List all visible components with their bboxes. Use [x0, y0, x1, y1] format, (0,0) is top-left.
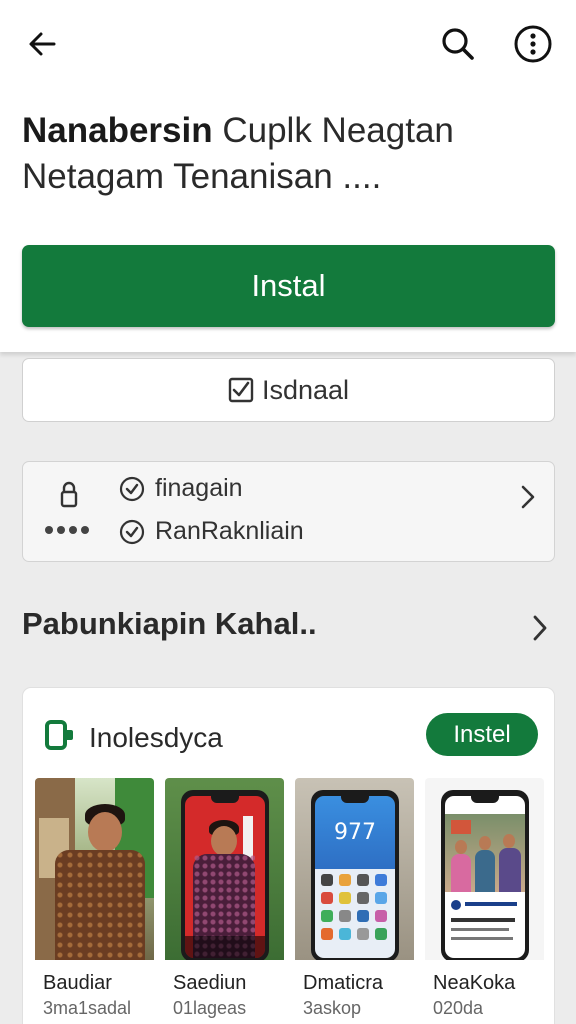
permission-label: RanRaknliain — [155, 517, 304, 545]
screenshot-title: NeaKoka — [433, 972, 516, 994]
screenshot-thumb[interactable]: NeaKoka 020da — [425, 778, 544, 1024]
screenshot-subtitle: 3ma1sadal — [43, 998, 132, 1018]
install-button[interactable]: Instal — [22, 245, 555, 327]
permissions-panel[interactable]: finagain RanRaknliain — [22, 461, 555, 562]
more-vert-icon — [514, 25, 552, 63]
screenshot-title: Saediun — [173, 972, 247, 994]
search-button[interactable] — [436, 22, 480, 66]
screenshot-image — [35, 778, 154, 960]
card-install-label: Instel — [453, 720, 511, 748]
screenshot-title: Baudiar — [43, 972, 112, 994]
screenshot-title: Dmaticra — [303, 972, 384, 994]
app-logo-icon — [45, 720, 73, 750]
section-chevron-right-icon[interactable] — [530, 612, 550, 644]
dots-icon — [45, 526, 89, 534]
screenshot-subtitle: 3askop — [303, 998, 362, 1018]
checkbox-icon — [228, 377, 254, 403]
back-button[interactable] — [20, 22, 64, 66]
lock-icon — [60, 481, 78, 508]
screenshot-thumb[interactable]: 977 Dmaticra 3askop — [295, 778, 414, 1024]
screenshot-thumb[interactable]: Baudiar 3ma1sadal — [35, 778, 154, 1024]
search-icon — [442, 28, 474, 60]
app-card[interactable]: Inolesdyca Instel Baudiar 3ma1sadal Saed… — [22, 687, 555, 1024]
secondary-button-label: Isdnaal — [261, 374, 350, 405]
check-circle-icon — [119, 476, 145, 501]
section-title: Pabunkiapin Kahal.. — [22, 606, 317, 641]
screenshot-subtitle: 020da — [433, 998, 484, 1018]
permission-item: RanRaknliain — [119, 517, 304, 546]
screenshot-image: 977 — [295, 778, 414, 960]
app-header: Nanabersin Cuplk Neagtan Netagam Tenanis… — [0, 0, 576, 352]
card-install-button[interactable]: Instel — [426, 713, 538, 756]
card-app-name: Inolesdyca — [89, 722, 223, 753]
permission-item: finagain — [119, 474, 243, 503]
permission-label: finagain — [155, 474, 243, 502]
screenshot-subtitle: 01lageas — [173, 998, 247, 1018]
secondary-button[interactable]: Isdnaal — [22, 358, 555, 422]
more-options-button[interactable] — [511, 22, 555, 66]
chevron-right-icon — [521, 485, 535, 509]
arrow-left-icon — [29, 32, 56, 56]
screenshot-image — [165, 778, 284, 960]
app-title: Nanabersin Cuplk Neagtan Netagam Tenanis… — [22, 108, 552, 200]
screenshot-thumb[interactable]: Saediun 01lageas — [165, 778, 284, 1024]
check-circle-icon — [119, 519, 145, 544]
screenshot-clock: 977 — [334, 820, 376, 845]
screenshot-image — [425, 778, 544, 960]
install-button-label: Instal — [251, 268, 326, 303]
app-title-bold: Nanabersin — [22, 111, 213, 150]
